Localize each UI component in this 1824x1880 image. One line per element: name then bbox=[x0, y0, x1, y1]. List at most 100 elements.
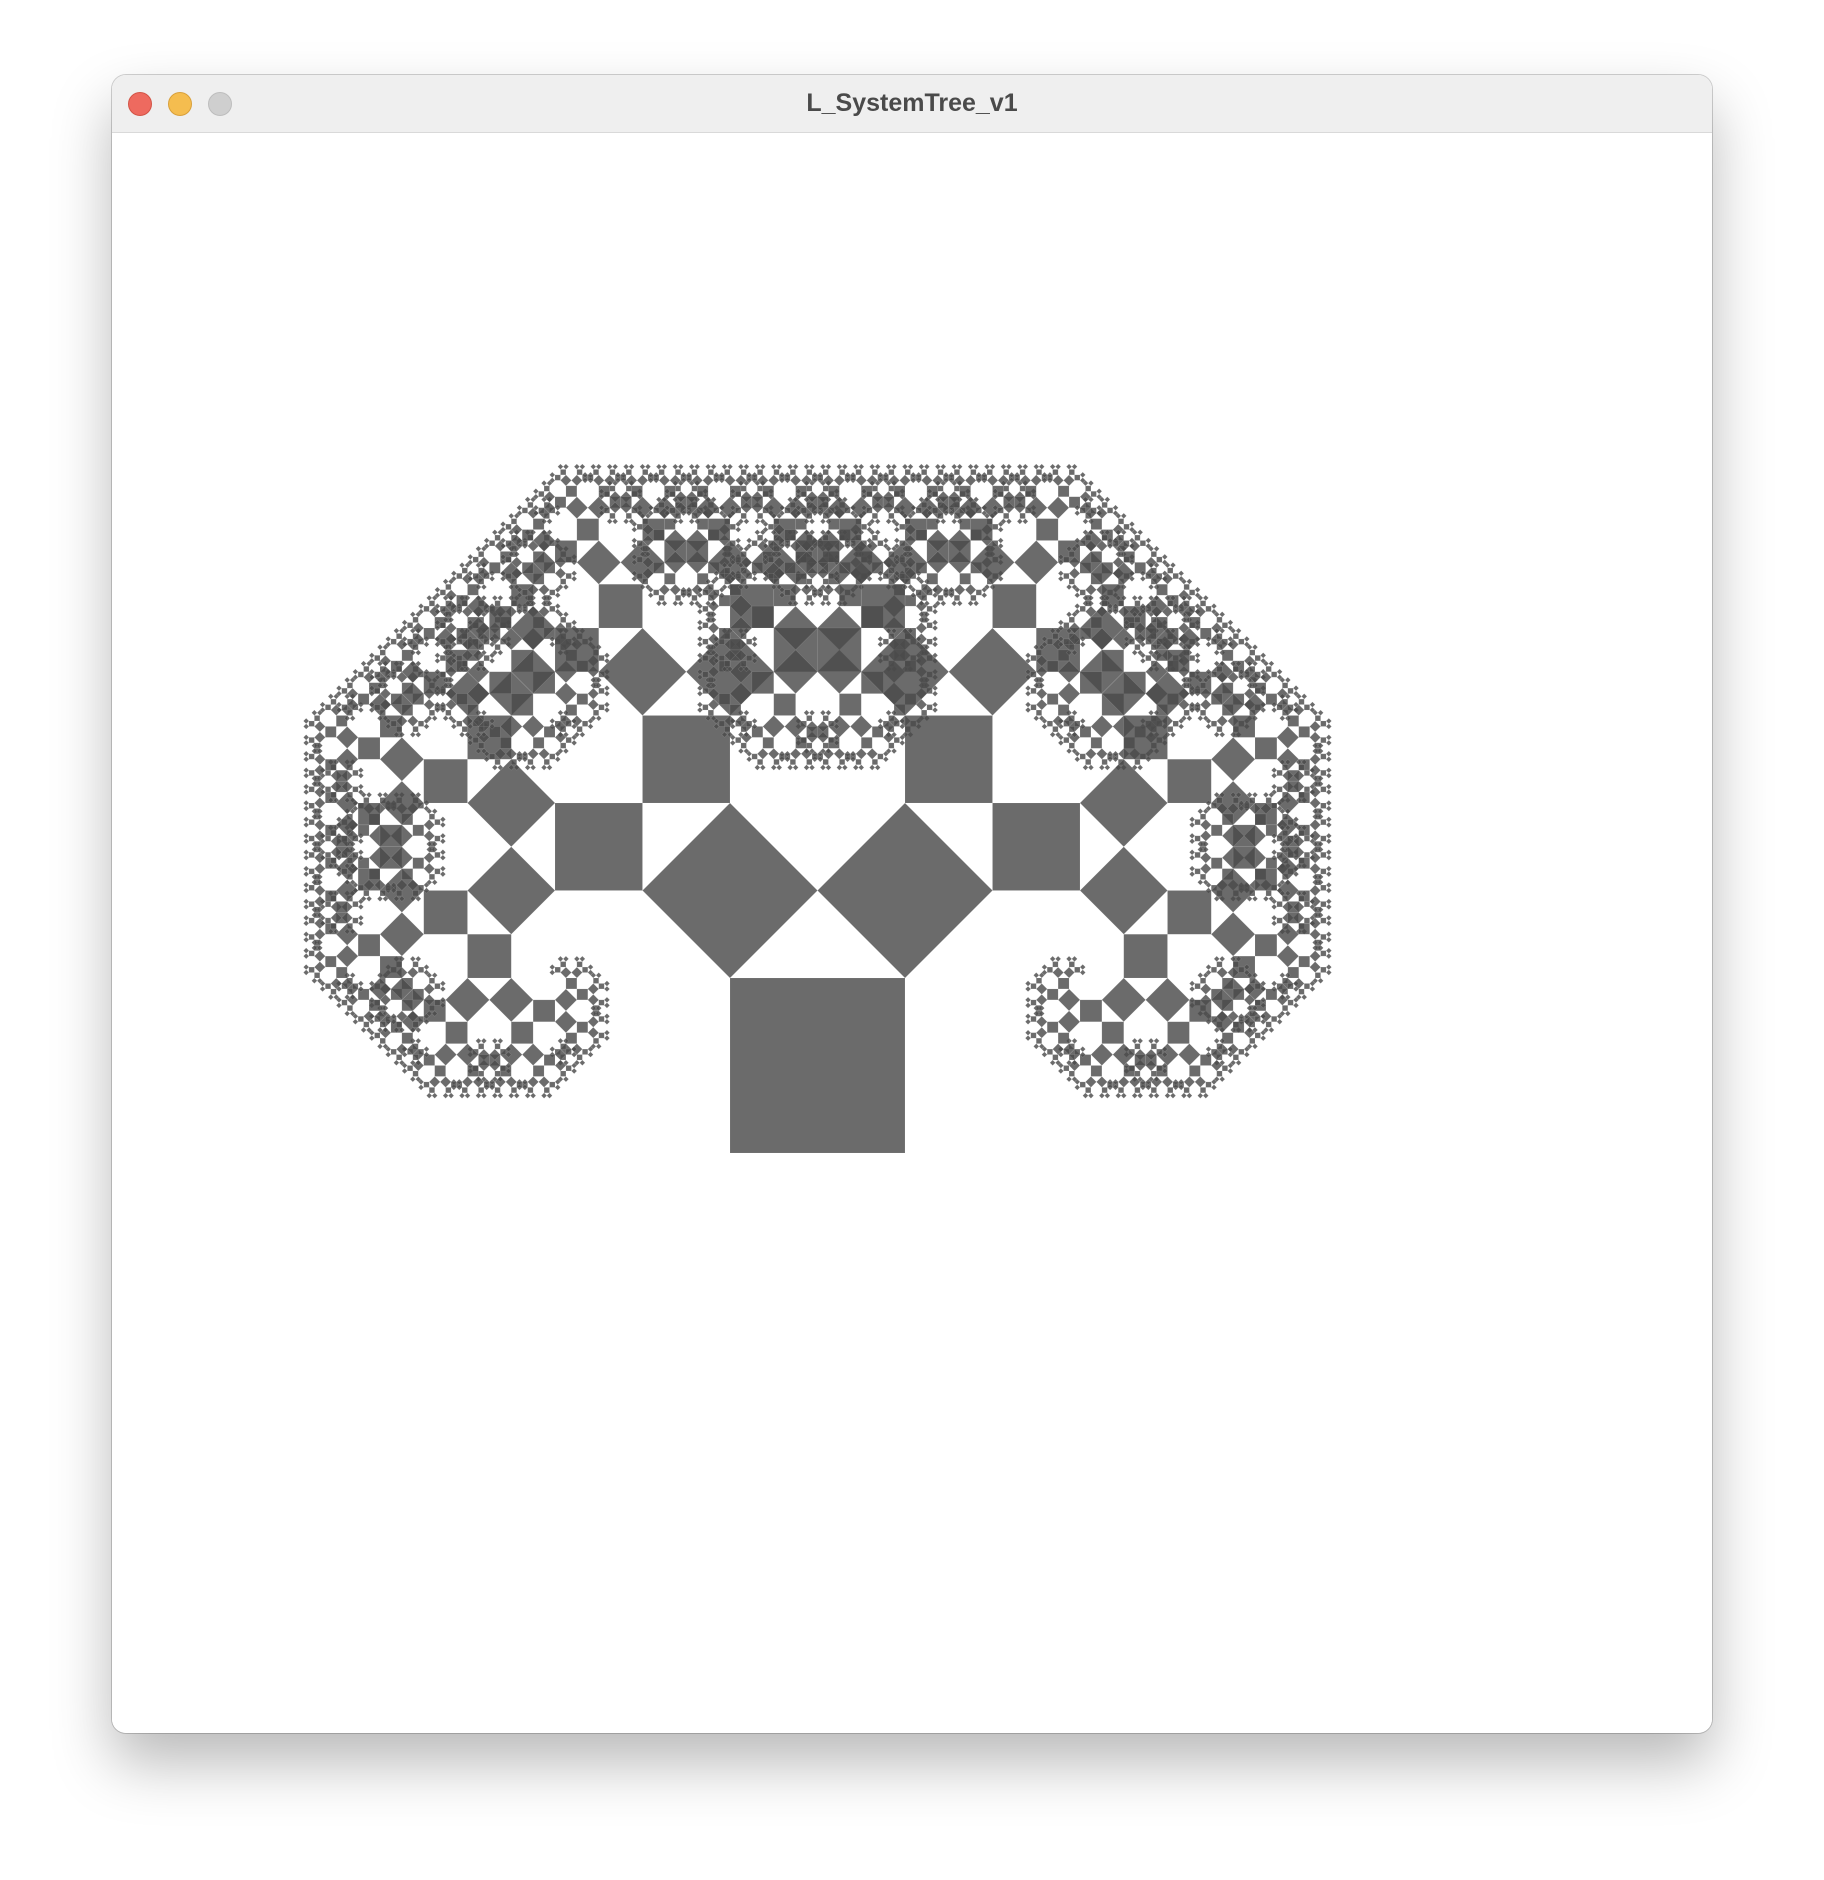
tree-square bbox=[385, 884, 392, 891]
sketch-canvas-area[interactable] bbox=[112, 133, 1712, 1733]
tree-square bbox=[472, 573, 479, 580]
tree-square bbox=[737, 747, 745, 755]
tree-square bbox=[327, 993, 334, 1001]
tree-square bbox=[412, 616, 419, 623]
tree-square bbox=[598, 983, 605, 990]
tree-square bbox=[1243, 1051, 1250, 1058]
tree-square bbox=[767, 474, 780, 487]
tree-square bbox=[1197, 972, 1204, 979]
tree-square bbox=[527, 747, 540, 760]
tree-square bbox=[1101, 977, 1147, 1023]
tree-square bbox=[1194, 835, 1201, 842]
tree-square bbox=[423, 698, 436, 711]
tree-square bbox=[940, 463, 947, 470]
tree-square bbox=[882, 756, 890, 763]
tree-square bbox=[1022, 518, 1029, 525]
tree-square bbox=[374, 655, 381, 662]
tree-square bbox=[658, 594, 665, 601]
tree-square bbox=[412, 890, 419, 897]
tree-square bbox=[1079, 1045, 1086, 1053]
tree-square bbox=[890, 747, 898, 755]
tree-square bbox=[1131, 1092, 1138, 1099]
tree-square bbox=[757, 469, 764, 476]
tree-square bbox=[817, 496, 829, 508]
tree-square bbox=[554, 627, 600, 673]
tree-square bbox=[374, 671, 381, 678]
tree-square bbox=[882, 496, 895, 508]
tree-square bbox=[445, 583, 452, 591]
tree-square bbox=[423, 1045, 430, 1053]
tree-square bbox=[401, 704, 414, 716]
tree-square bbox=[363, 890, 370, 897]
tree-square bbox=[951, 600, 958, 607]
fractal-tree-canvas[interactable] bbox=[112, 133, 1712, 1733]
tree-square bbox=[811, 753, 818, 760]
tree-square bbox=[792, 764, 799, 771]
tree-square bbox=[521, 605, 528, 612]
tree-square bbox=[554, 756, 561, 763]
tree-square bbox=[390, 693, 403, 705]
tree-square bbox=[1325, 805, 1332, 812]
tree-square bbox=[1213, 649, 1220, 656]
tree-square bbox=[1188, 865, 1196, 872]
tree-square bbox=[385, 1051, 392, 1058]
tree-square bbox=[560, 1043, 567, 1050]
tree-square bbox=[478, 1087, 485, 1094]
tree-square bbox=[1276, 668, 1283, 675]
tree-square bbox=[303, 865, 310, 872]
tree-square bbox=[1189, 589, 1196, 596]
tree-square bbox=[489, 605, 512, 629]
tree-square bbox=[510, 693, 534, 716]
tree-square bbox=[1090, 715, 1114, 738]
tree-square bbox=[828, 485, 840, 498]
tree-square bbox=[1325, 947, 1332, 954]
tree-square bbox=[1074, 592, 1081, 599]
tree-square bbox=[948, 540, 971, 563]
tree-square bbox=[308, 933, 315, 941]
tree-square bbox=[1123, 523, 1130, 530]
tree-square bbox=[904, 469, 911, 476]
tree-square bbox=[325, 769, 332, 776]
tree-square bbox=[631, 526, 638, 533]
tree-square bbox=[376, 1043, 384, 1050]
tree-square bbox=[1117, 534, 1125, 541]
tree-square bbox=[1117, 600, 1125, 607]
tree-square bbox=[806, 594, 813, 601]
tree-square bbox=[1167, 890, 1212, 935]
tree-square bbox=[1112, 605, 1119, 612]
tree-square bbox=[330, 698, 337, 705]
tree-square bbox=[450, 723, 457, 730]
titlebar[interactable]: L_SystemTree_v1 bbox=[112, 75, 1712, 133]
tree-square bbox=[401, 999, 414, 1012]
tree-square bbox=[346, 857, 353, 864]
tree-square bbox=[888, 469, 895, 476]
tree-square bbox=[560, 469, 567, 476]
tree-square bbox=[1325, 920, 1332, 927]
tree-square bbox=[1019, 469, 1026, 476]
tree-square bbox=[1024, 1018, 1032, 1025]
tree-square bbox=[385, 635, 392, 643]
tree-square bbox=[1150, 551, 1157, 558]
tree-square bbox=[1188, 821, 1196, 829]
tree-square bbox=[1265, 1021, 1272, 1028]
tree-square bbox=[1194, 1076, 1207, 1088]
tree-square bbox=[576, 469, 583, 476]
tree-square bbox=[1082, 764, 1089, 771]
tree-square bbox=[303, 734, 310, 741]
tree-square bbox=[1238, 1048, 1245, 1055]
tree-square bbox=[497, 1037, 504, 1045]
tree-square bbox=[1024, 652, 1032, 659]
tree-square bbox=[611, 463, 619, 470]
tree-square bbox=[773, 578, 780, 585]
tree-square bbox=[346, 923, 353, 930]
tree-square bbox=[729, 977, 906, 1154]
tree-square bbox=[376, 791, 384, 798]
tree-square bbox=[773, 758, 780, 766]
tree-square bbox=[888, 742, 895, 749]
tree-square bbox=[1046, 1048, 1053, 1055]
tree-square bbox=[521, 1043, 545, 1066]
tree-square bbox=[803, 463, 810, 470]
tree-square bbox=[822, 485, 829, 492]
tree-square bbox=[431, 879, 438, 886]
tree-square bbox=[1145, 605, 1152, 612]
